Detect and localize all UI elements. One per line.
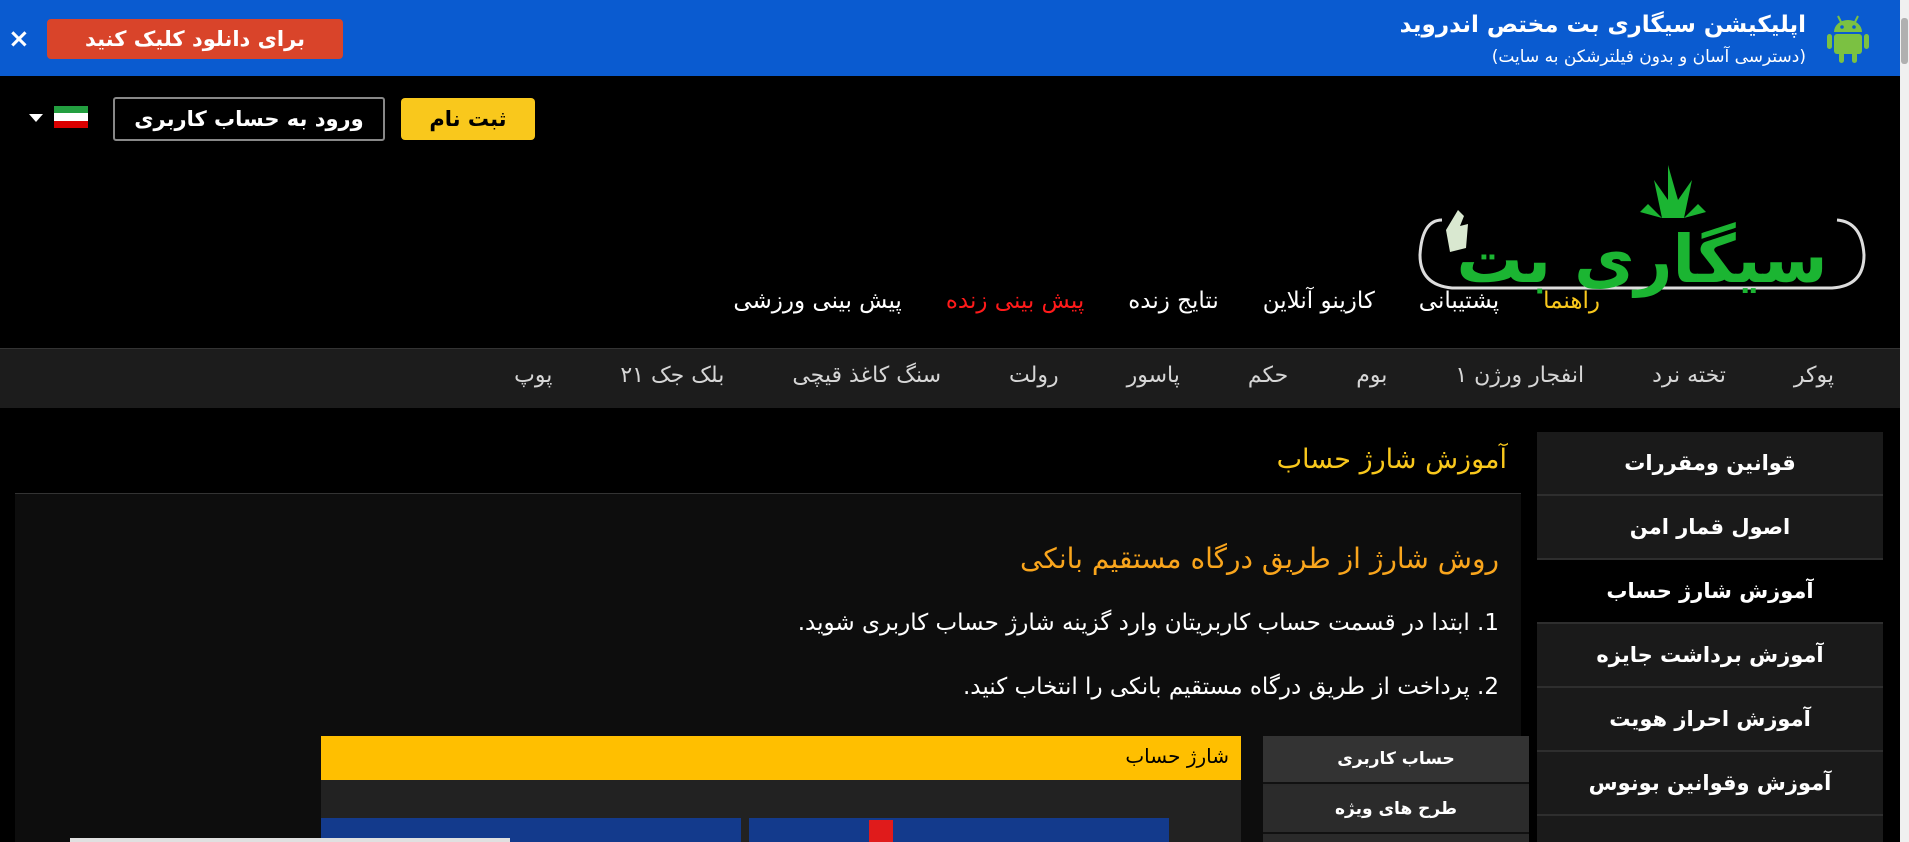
casino-item-poker[interactable]: پوکر (1794, 363, 1834, 388)
casino-item-boom[interactable]: بوم (1356, 363, 1387, 388)
screenshot-side-item: طرح های ویژه (1263, 786, 1529, 834)
vertical-scrollbar[interactable] (1900, 0, 1909, 842)
horizontal-scrollbar[interactable] (70, 838, 510, 842)
instruction-step-2: 2. پرداخت از طریق درگاه مستقیم بانکی را … (962, 674, 1499, 700)
banner-subtitle: (دسترسی آسان و بدون فیلترشکن به سایت) (1491, 47, 1806, 67)
register-button[interactable]: ثبت نام (401, 98, 535, 140)
main-navigation: پیش بینی ورزشی پیش بینی زنده نتایج زنده … (733, 288, 1600, 314)
screenshot-marker (869, 820, 893, 842)
nav-support[interactable]: پشتیبانی (1419, 288, 1499, 314)
page-title: آموزش شارژ حساب (1276, 444, 1507, 475)
login-button[interactable]: ورود به حساب کاربری (113, 97, 385, 141)
android-icon (1827, 15, 1869, 63)
nav-help[interactable]: راهنما (1543, 288, 1600, 314)
casino-item-blackjack[interactable]: بلک جک ۲۱ (620, 363, 724, 388)
casino-item-pop[interactable]: پوپ (514, 363, 552, 388)
section-heading: روش شارژ از طریق درگاه مستقیم بانکی (1020, 542, 1499, 575)
casino-item-backgammon[interactable]: تخته نرد (1652, 363, 1726, 388)
nav-online-casino[interactable]: کازینو آنلاین (1263, 288, 1375, 314)
casino-item-rock-paper-scissors[interactable]: سنگ کاغذ قیچی (792, 363, 941, 388)
download-app-button[interactable]: برای دانلود کلیک کنید (47, 19, 343, 59)
sidebar-item-rules[interactable]: قوانین ومقررات (1537, 432, 1883, 496)
screenshot-card (749, 818, 1169, 842)
screenshot-header-text: شارژ حساب (1125, 744, 1229, 768)
sidebar-item-withdraw-guide[interactable]: آموزش برداشت جایزه (1537, 624, 1883, 688)
nav-sports-prediction[interactable]: پیش بینی ورزشی (733, 288, 902, 314)
nav-live-results[interactable]: نتایج زنده (1128, 288, 1219, 314)
sidebar-item-verification-guide[interactable]: آموزش احراز هویت (1537, 688, 1883, 752)
scrollbar-thumb[interactable] (1901, 18, 1908, 64)
nav-live-prediction[interactable]: پیش بینی زنده (946, 288, 1084, 314)
screenshot-deposit-panel: شارژ حساب (321, 736, 1241, 842)
sidebar-item-bonus-guide[interactable]: آموزش وقوانین بونوس (1537, 752, 1883, 816)
casino-item-roulette[interactable]: رولت (1009, 363, 1059, 388)
casino-item-crash[interactable]: انفجار ورژن ۱ (1455, 363, 1584, 388)
screenshot-sidebar: حساب کاربری طرح های ویژه (1263, 736, 1529, 842)
language-dropdown-caret-icon[interactable] (29, 114, 43, 122)
svg-text:سیگاری بت: سیگاری بت (1456, 221, 1827, 298)
iran-flag-icon[interactable] (54, 106, 88, 128)
instruction-screenshot: شارژ حساب حساب کاربری طرح های ویژه (321, 736, 1529, 842)
sidebar-item-safe-gambling[interactable]: اصول قمار امن (1537, 496, 1883, 560)
close-banner-icon[interactable]: × (8, 26, 30, 52)
sidebar-item-deposit-guide[interactable]: آموزش شارژ حساب (1537, 560, 1883, 624)
content-panel: آموزش شارژ حساب روش شارژ از طریق درگاه م… (15, 432, 1529, 842)
instruction-step-1: 1. ابتدا در قسمت حساب کاربریتان وارد گزی… (797, 610, 1499, 636)
content-title-bar: آموزش شارژ حساب (15, 432, 1521, 494)
banner-title: اپلیکیشن سیگاری بت مختص اندروید (1399, 12, 1806, 38)
app-download-banner: × برای دانلود کلیک کنید اپلیکیشن سیگاری … (0, 0, 1900, 76)
casino-item-hokm[interactable]: حکم (1248, 363, 1288, 388)
site-header: ورود به حساب کاربری ثبت نام سیگاری بت پی… (0, 76, 1900, 348)
help-sidebar: قوانین ومقررات اصول قمار امن آموزش شارژ … (1537, 432, 1883, 842)
casino-item-pasur[interactable]: پاسور (1127, 363, 1180, 388)
screenshot-header: شارژ حساب (321, 736, 1241, 780)
screenshot-side-item: حساب کاربری (1263, 736, 1529, 784)
casino-games-navigation: پوکر تخته نرد انفجار ورژن ۱ بوم حکم پاسو… (0, 348, 1900, 408)
